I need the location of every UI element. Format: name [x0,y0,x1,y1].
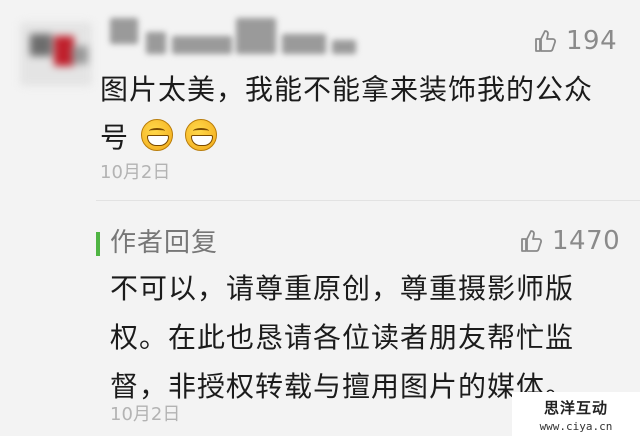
grinning-face-icon [140,119,173,151]
divider [96,200,640,201]
grinning-face-icon [184,119,217,151]
reply-like-count: 1470 [552,226,621,256]
comment-like-button[interactable]: 194 [534,26,617,56]
nickname-blurred[interactable] [110,18,360,56]
reply-text-line: 权。在此也恳请各位读者朋友帮忙监 [110,321,575,354]
author-reply-text: 不可以，请尊重原创，尊重摄影师版 权。在此也恳请各位读者朋友帮忙监 督，非授权转… [110,264,600,411]
reply-date: 10月2日 [110,404,181,425]
comment-item: 194 图片太美，我能不能拿来装饰我的公众 号 10月2日 [0,0,640,200]
thumbs-up-icon [521,230,543,252]
comment-text-line-2: 号 [100,114,600,162]
watermark-url: www.ciya.cn [539,420,613,433]
comment-text-tail: 号 [100,121,130,154]
comment-text: 图片太美，我能不能拿来装饰我的公众 号 [100,66,600,162]
reply-text-line: 不可以，请尊重原创，尊重摄影师版 [110,272,575,305]
reply-like-button[interactable]: 1470 [520,226,620,256]
comment-date: 10月2日 [100,162,171,183]
author-reply-label: 作者回复 [110,228,219,258]
author-reply-marker [96,232,100,256]
thumbs-up-icon [535,30,557,52]
comment-text-line: 图片太美，我能不能拿来装饰我的公众 [100,73,594,106]
avatar[interactable] [20,22,92,86]
watermark: 思洋互动 www.ciya.cn [512,392,640,436]
watermark-brand: 思洋互动 [543,399,608,417]
comment-like-count: 194 [566,26,618,56]
